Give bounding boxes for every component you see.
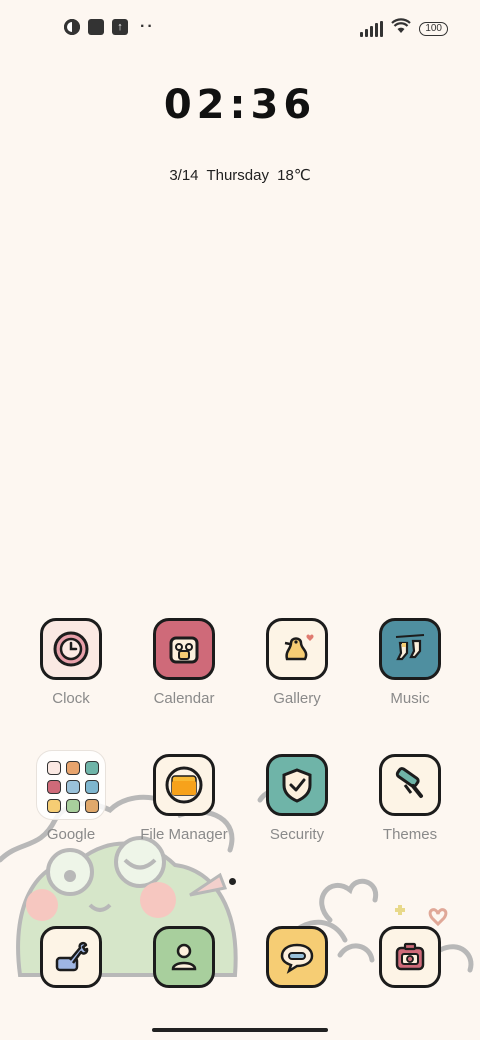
app-label: Calendar [153,690,215,707]
app-file-manager[interactable]: File Manager [128,754,240,843]
page-indicator[interactable] [229,878,236,885]
folder-google[interactable]: Google [15,750,127,843]
date-text: 3/14 [169,167,199,184]
square-notification-icon [88,19,104,35]
folder-file-icon[interactable] [153,754,215,816]
signal-icon [360,20,384,37]
paint-roller-icon[interactable] [379,754,441,816]
status-bar: ↑ ·· 100 [0,0,480,56]
dock-tools[interactable] [15,926,127,988]
folder-icon[interactable] [36,750,106,820]
app-notification-icon [64,19,80,35]
system-icons: 100 [360,18,448,39]
music-icon[interactable] [379,618,441,680]
gallery-icon[interactable] [266,618,328,680]
clock-time[interactable]: 02:36 [0,82,480,128]
app-label: Music [390,690,430,707]
shield-icon[interactable] [266,754,328,816]
clock-icon[interactable] [40,618,102,680]
app-security[interactable]: Security [241,754,353,843]
chat-bubble-icon[interactable] [266,926,328,988]
notification-icons: ↑ ·· [64,19,155,35]
weekday-text: Thursday [206,167,269,184]
app-label: Google [46,826,96,843]
more-notifications-icon: ·· [140,18,155,35]
app-themes[interactable]: Themes [354,754,466,843]
dock-camera[interactable] [354,926,466,988]
calendar-icon[interactable] [153,618,215,680]
app-label: Themes [382,826,438,843]
app-music[interactable]: Music [354,618,466,707]
person-icon[interactable] [153,926,215,988]
app-gallery[interactable]: Gallery [241,618,353,707]
battery-level: 100 [425,23,442,34]
app-clock[interactable]: Clock [15,618,127,707]
app-label: File Manager [140,826,228,843]
temperature-text: 18℃ [277,167,311,184]
app-calendar[interactable]: Calendar [128,618,240,707]
wifi-icon [391,18,412,39]
upload-icon: ↑ [112,19,128,35]
home-gesture-bar[interactable] [152,1028,328,1032]
battery-indicator: 100 [419,21,448,36]
dock-contacts[interactable] [128,926,240,988]
date-weather-line[interactable]: 3/14 Thursday 18℃ [0,166,480,184]
tools-icon[interactable] [40,926,102,988]
camera-icon[interactable] [379,926,441,988]
app-label: Gallery [273,690,321,707]
dock-messages[interactable] [241,926,353,988]
app-label: Clock [52,690,90,707]
app-label: Security [269,826,325,843]
